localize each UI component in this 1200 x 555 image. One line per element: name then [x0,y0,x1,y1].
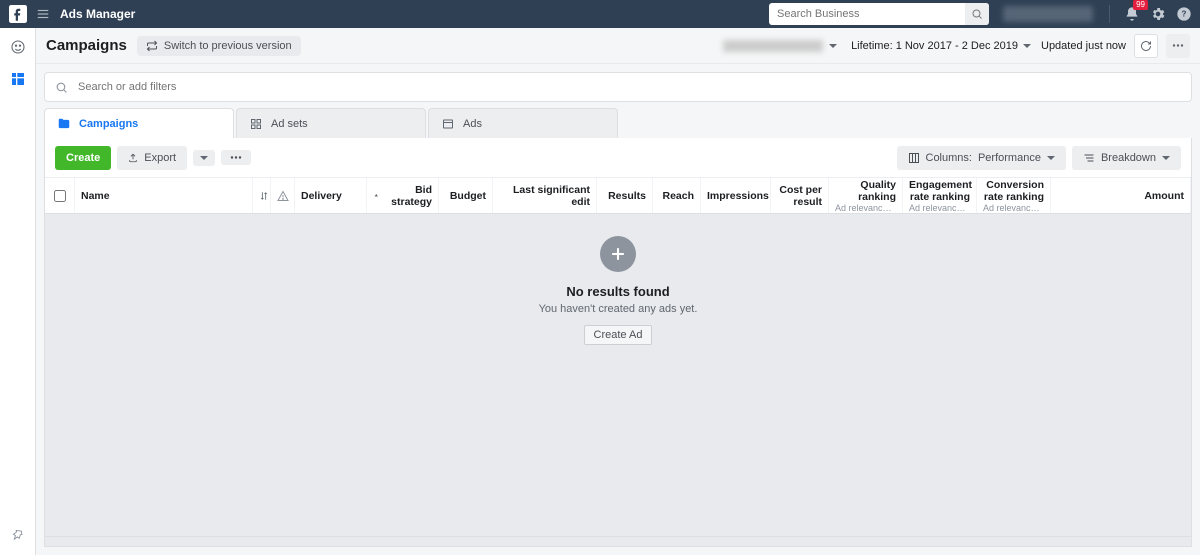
chevron-down-icon [1023,44,1031,48]
col-quality-ranking[interactable]: Quality ranking Ad relevance dia... [829,178,903,213]
col-reach[interactable]: Reach [653,178,701,213]
col-last-edit[interactable]: Last significant edit [493,178,597,213]
updated-status: Updated just now [1041,34,1190,58]
table-body-empty: No results found You haven't created any… [45,214,1191,536]
svg-text:?: ? [1182,10,1187,19]
col-amount[interactable]: Amount [1051,178,1191,213]
menu-icon[interactable] [36,7,50,21]
chevron-down-icon [1047,156,1055,160]
filter-input[interactable] [78,81,1181,93]
columns-value: Performance [978,152,1041,164]
horizontal-scrollbar[interactable] [45,536,1191,546]
switch-version-button[interactable]: Switch to previous version [137,36,301,56]
account-picker[interactable] [723,40,837,52]
date-range-picker[interactable]: Lifetime: 1 Nov 2017 - 2 Dec 2019 [851,40,1031,52]
empty-title: No results found [566,284,669,299]
rail-ads-manager-icon[interactable] [9,70,27,88]
refresh-button[interactable] [1134,34,1158,58]
switch-icon [146,40,158,52]
create-ad-button[interactable]: Create Ad [584,325,653,345]
col-impressions[interactable]: Impressions [701,178,771,213]
export-button[interactable]: Export [117,146,187,170]
col-errors[interactable] [271,178,295,213]
data-panel: Create Export Columns: Performance [44,138,1192,547]
col-cost-per-result[interactable]: Cost per result [771,178,829,213]
ellipsis-icon [230,156,242,159]
search-icon [55,81,68,94]
col-delivery[interactable]: Delivery [295,178,367,213]
empty-subtitle: You haven't created any ads yet. [539,303,698,315]
notifications-icon[interactable]: 99 [1124,6,1140,22]
create-button[interactable]: Create [55,146,111,170]
tab-label: Campaigns [79,118,138,130]
more-menu-button[interactable] [1166,34,1190,58]
chevron-down-icon [200,156,208,160]
chevron-down-icon [1162,156,1170,160]
account-name-redacted-2 [723,40,823,52]
settings-gear-icon[interactable] [1150,6,1166,22]
col-name[interactable]: Name [75,178,253,213]
export-icon [128,153,138,163]
panel-toolbar: Create Export Columns: Performance [45,138,1191,178]
breakdown-picker[interactable]: Breakdown [1072,146,1181,170]
account-name-redacted[interactable] [1003,6,1093,22]
grid-icon [249,117,263,131]
columns-prefix: Columns: [926,152,972,164]
columns-picker[interactable]: Columns: Performance [897,146,1066,170]
col-results[interactable]: Results [597,178,653,213]
select-all-checkbox[interactable] [45,178,75,213]
global-search-input[interactable] [769,8,965,20]
search-icon[interactable] [965,3,989,25]
global-search[interactable] [769,3,989,25]
help-icon[interactable]: ? [1176,6,1192,22]
page-title: Campaigns [46,37,127,54]
left-rail [0,28,36,555]
col-conversion-ranking[interactable]: Conversion rate ranking Ad relevance dia… [977,178,1051,213]
window-icon [441,117,455,131]
tab-label: Ads [463,118,482,130]
export-dropdown-button[interactable] [193,150,215,166]
folder-icon [57,117,71,131]
columns-icon [908,152,920,164]
facebook-logo[interactable] [8,4,28,24]
col-bid-strategy[interactable]: Bid strategy [367,178,439,213]
tab-adsets[interactable]: Ad sets [236,108,426,138]
global-topbar: Ads Manager 99 ? [0,0,1200,28]
level-tabs: Campaigns Ad sets Ads [44,108,1192,138]
chevron-down-icon [829,44,837,48]
more-actions-button[interactable] [221,150,251,165]
rail-overview-icon[interactable] [9,38,27,56]
breakdown-icon [1083,152,1095,164]
tab-label: Ad sets [271,118,308,130]
filter-bar[interactable] [44,72,1192,102]
app-title: Ads Manager [60,7,135,21]
col-budget[interactable]: Budget [439,178,493,213]
notification-badge: 99 [1133,0,1148,10]
table-header: Name Delivery Bid strategy Budget Last s… [45,178,1191,214]
plus-circle-icon [600,236,636,272]
tab-campaigns[interactable]: Campaigns [44,108,234,138]
sort-icon[interactable] [253,178,271,213]
col-engagement-ranking[interactable]: Engagement rate ranking Ad relevance dia… [903,178,977,213]
tab-ads[interactable]: Ads [428,108,618,138]
page-header: Campaigns Switch to previous version Lif… [36,28,1200,64]
pin-icon[interactable] [9,527,27,545]
